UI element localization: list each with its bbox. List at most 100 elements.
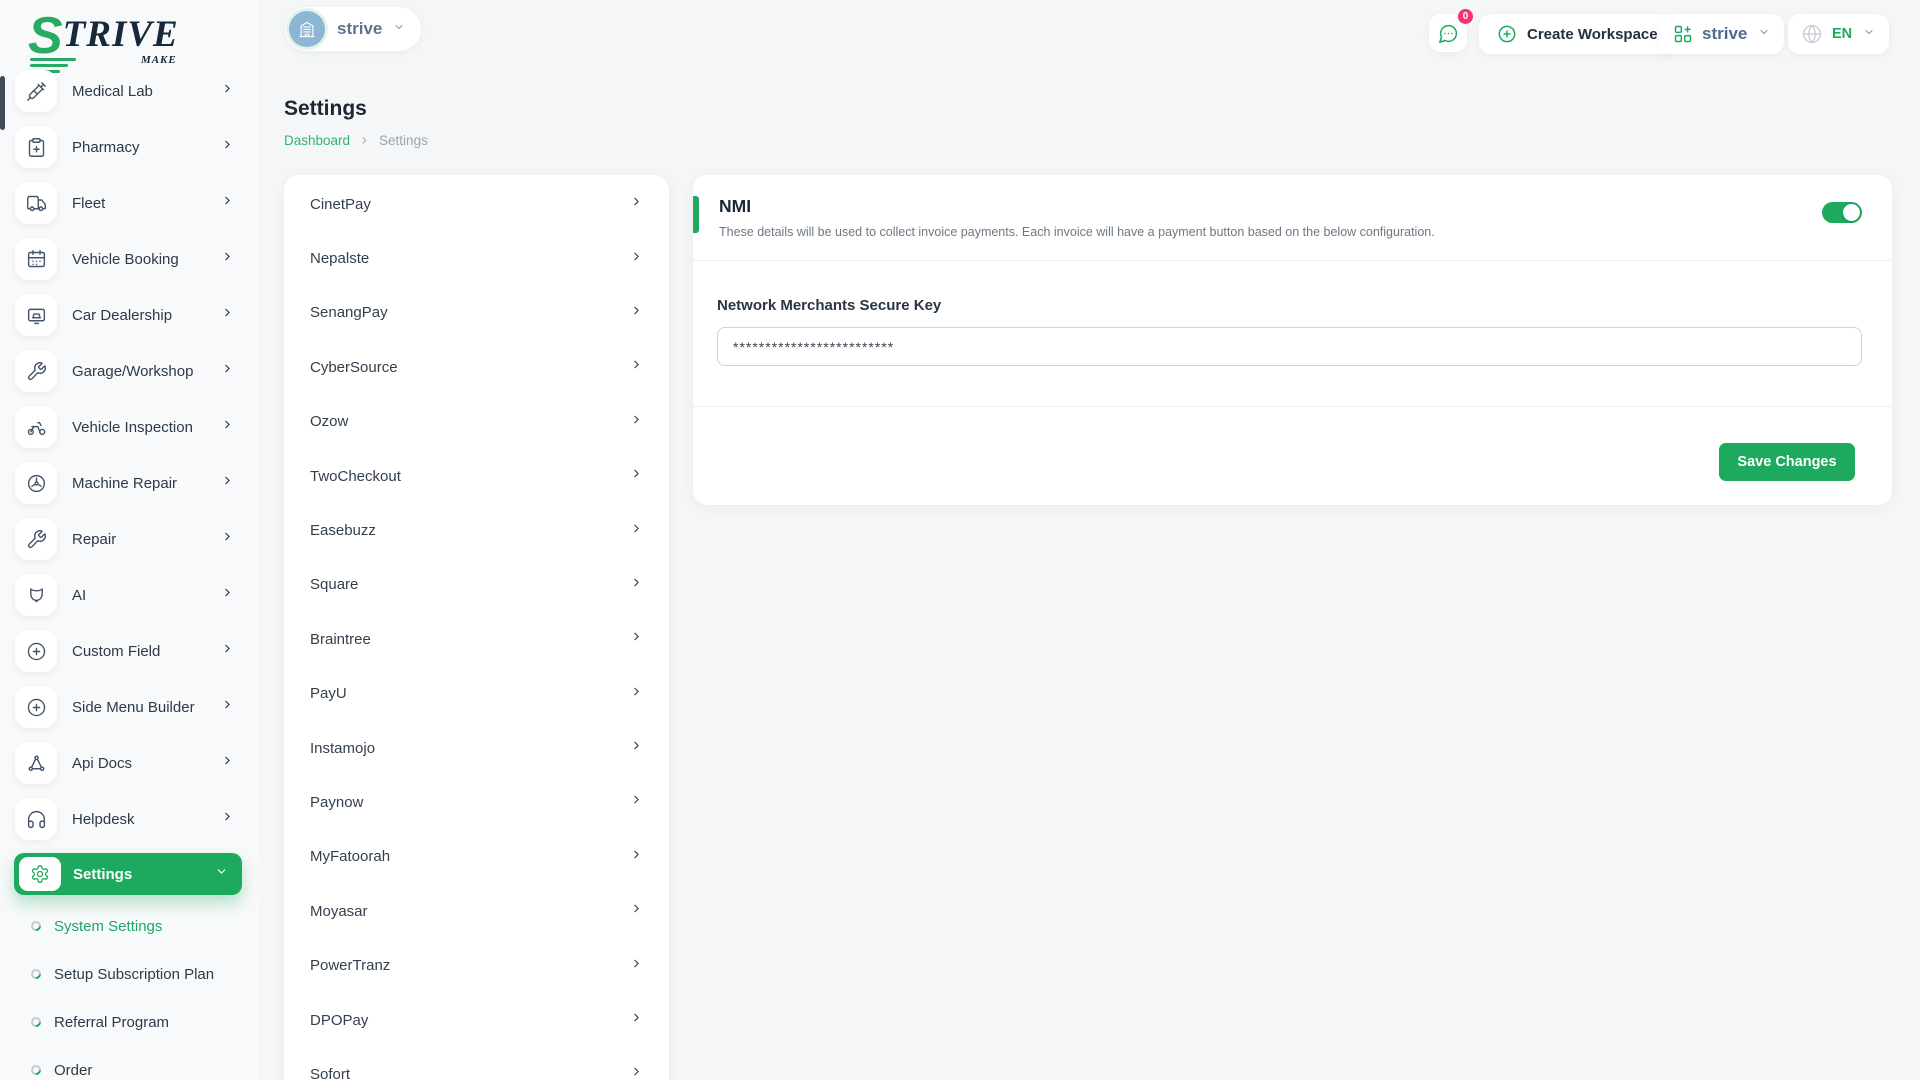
sidebar-item-label: Side Menu Builder (72, 698, 195, 716)
gateway-row[interactable]: PayU (284, 667, 669, 721)
sidebar-item[interactable]: Vehicle Booking (0, 231, 258, 287)
gateway-row[interactable]: Square (284, 558, 669, 612)
gateway-name: Ozow (310, 413, 349, 431)
sidebar-item[interactable]: Fleet (0, 175, 258, 231)
secure-key-input[interactable] (717, 327, 1862, 366)
sidebar-item[interactable]: Side Menu Builder (0, 679, 258, 735)
sidebar-item[interactable]: Garage/Workshop (0, 343, 258, 399)
settings-submenu-item[interactable]: System Settings (0, 902, 258, 950)
submenu-item-label: Referral Program (54, 1013, 170, 1031)
gateway-name: CinetPay (310, 195, 371, 213)
breadcrumb-home-link[interactable]: Dashboard (284, 133, 350, 148)
api-nodes-icon (15, 742, 57, 784)
chevron-right-icon (630, 250, 643, 268)
chevron-right-icon (221, 530, 234, 548)
gateway-row[interactable]: MyFatoorah (284, 830, 669, 884)
gateway-name: PayU (310, 685, 347, 703)
gateway-row[interactable]: Paynow (284, 775, 669, 829)
sidebar-item-label: AI (72, 586, 87, 604)
nmi-toggle[interactable] (1822, 202, 1862, 223)
gateway-row[interactable]: TwoCheckout (284, 449, 669, 503)
create-workspace-label: Create Workspace (1527, 25, 1658, 43)
sidebar-item-label: Pharmacy (72, 138, 140, 156)
logo-letter: S (28, 7, 63, 65)
chevron-right-icon (630, 685, 643, 703)
sidebar-item[interactable]: Custom Field (0, 623, 258, 679)
sidebar-item[interactable]: AI (0, 567, 258, 623)
gateway-row[interactable]: CinetPay (284, 177, 669, 231)
gateway-name: TwoCheckout (310, 467, 401, 485)
bullet-ring-icon (28, 966, 44, 982)
gateway-row[interactable]: Ozow (284, 395, 669, 449)
chevron-right-icon (630, 1065, 643, 1080)
chevron-right-icon (630, 467, 643, 485)
chevron-down-icon (393, 20, 405, 38)
submenu-item-label: System Settings (54, 917, 163, 935)
sidebar-item-label: Custom Field (72, 642, 161, 660)
gateway-row[interactable]: Sofort (284, 1047, 669, 1080)
gateway-row[interactable]: SenangPay (284, 286, 669, 340)
chevron-right-icon (221, 418, 234, 436)
gateway-row[interactable]: CyberSource (284, 340, 669, 394)
car-screen-icon (15, 294, 57, 336)
calendar-icon (15, 238, 57, 280)
settings-submenu-item[interactable]: Order (0, 1046, 258, 1080)
chevron-right-icon (630, 304, 643, 322)
sidebar-item[interactable]: Api Docs (0, 735, 258, 791)
chevron-right-icon (630, 358, 643, 376)
building-icon (289, 11, 325, 47)
chat-bubble-icon (1438, 24, 1457, 43)
chevron-right-icon (221, 810, 234, 828)
sidebar: S TRIVE MAKE Medical Lab Pharmacy Fleet … (0, 0, 258, 1080)
gateway-row[interactable]: PowerTranz (284, 938, 669, 992)
gateway-row[interactable]: DPOPay (284, 993, 669, 1047)
truck-icon (15, 182, 57, 224)
chevron-down-icon (215, 865, 228, 883)
gateway-row[interactable]: Easebuzz (284, 503, 669, 557)
sidebar-item[interactable]: Repair (0, 511, 258, 567)
gateway-row[interactable]: Braintree (284, 612, 669, 666)
brand-logo[interactable]: S TRIVE MAKE (28, 7, 179, 66)
chat-button[interactable]: 0 (1429, 7, 1475, 52)
chevron-down-icon (1758, 25, 1770, 43)
save-changes-button[interactable]: Save Changes (1719, 443, 1855, 481)
sidebar-item[interactable]: Helpdesk (0, 791, 258, 847)
sidebar-item[interactable]: Car Dealership (0, 287, 258, 343)
sidebar-item-settings[interactable]: Settings (14, 853, 242, 895)
chevron-right-icon (630, 739, 643, 757)
gateway-name: Braintree (310, 630, 371, 648)
gateway-name: Moyasar (310, 902, 368, 920)
sidebar-item[interactable]: Medical Lab (0, 63, 258, 119)
sidebar-item[interactable]: Vehicle Inspection (0, 399, 258, 455)
chevron-right-icon (221, 698, 234, 716)
chevron-right-icon (630, 957, 643, 975)
sidebar-item[interactable]: Pharmacy (0, 119, 258, 175)
sidebar-item-label: Vehicle Booking (72, 250, 179, 268)
chevron-right-icon (630, 1011, 643, 1029)
gateway-row[interactable]: Moyasar (284, 884, 669, 938)
workspace-select[interactable]: strive (1659, 14, 1785, 54)
sidebar-item-label: Machine Repair (72, 474, 178, 492)
chevron-right-icon (221, 250, 234, 268)
workspace-name: strive (337, 19, 383, 38)
language-select[interactable]: EN (1788, 14, 1890, 54)
secure-key-label: Network Merchants Secure Key (717, 297, 942, 314)
gateway-row[interactable]: Nepalste (284, 231, 669, 285)
chevron-right-icon (630, 902, 643, 920)
language-code: EN (1832, 26, 1853, 42)
clipboard-plus-icon (15, 126, 57, 168)
settings-submenu-item[interactable]: Referral Program (0, 998, 258, 1046)
sidebar-item-label: Car Dealership (72, 306, 173, 324)
chevron-right-icon (221, 306, 234, 324)
create-workspace-button[interactable]: Create Workspace (1479, 14, 1676, 54)
workspace-switcher[interactable]: strive (285, 7, 422, 51)
gateway-row[interactable]: Instamojo (284, 721, 669, 775)
plus-circle-icon (15, 686, 57, 728)
payment-gateway-list: CinetPay Nepalste SenangPay CyberSource … (284, 175, 669, 1080)
submenu-item-label: Order (54, 1061, 93, 1079)
sidebar-item[interactable]: Machine Repair (0, 455, 258, 511)
gateway-name: DPOPay (310, 1011, 369, 1029)
settings-submenu-item[interactable]: Setup Subscription Plan (0, 950, 258, 998)
wrench-icon (15, 518, 57, 560)
fox-icon (15, 574, 57, 616)
